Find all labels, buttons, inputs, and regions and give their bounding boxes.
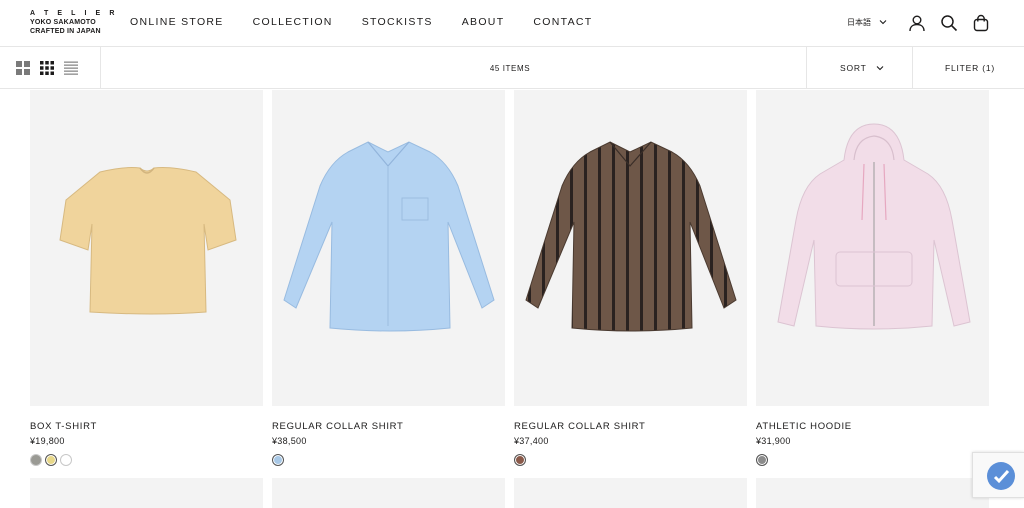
- header-icons: [908, 14, 1004, 32]
- product-image[interactable]: [272, 90, 505, 406]
- product-image[interactable]: [514, 90, 747, 406]
- captcha-icon: [987, 462, 1015, 490]
- nav-contact[interactable]: CONTACT: [533, 16, 592, 28]
- cart-icon[interactable]: [972, 14, 990, 32]
- collection-toolbar: 45 ITEMS SORT FLITER (1): [0, 46, 1024, 89]
- product-image-next-row[interactable]: [756, 478, 989, 508]
- layout-switcher: [16, 61, 88, 77]
- nav-stockists[interactable]: STOCKISTS: [362, 16, 433, 28]
- toolbar-divider: [912, 47, 913, 89]
- toolbar-divider: [806, 47, 807, 89]
- list-icon[interactable]: [64, 61, 78, 75]
- account-icon[interactable]: [908, 14, 926, 32]
- product-image[interactable]: [30, 90, 263, 406]
- product-price: ¥37,400: [514, 436, 549, 446]
- product-card[interactable]: REGULAR COLLAR SHIRT ¥38,500: [272, 90, 505, 466]
- product-card[interactable]: ATHLETIC HOODIE ¥31,900: [756, 90, 989, 466]
- items-count: 45 ITEMS: [489, 64, 531, 73]
- grid-2-icon[interactable]: [16, 61, 30, 75]
- product-name[interactable]: BOX T-SHIRT: [30, 421, 97, 432]
- product-card[interactable]: REGULAR COLLAR SHIRT ¥37,400: [514, 90, 747, 466]
- main-nav: ONLINE STORE COLLECTION STOCKISTS ABOUT …: [130, 16, 621, 28]
- toolbar-divider: [100, 47, 101, 89]
- color-swatches: [756, 454, 771, 466]
- nav-online-store[interactable]: ONLINE STORE: [130, 16, 224, 28]
- product-name[interactable]: REGULAR COLLAR SHIRT: [514, 421, 646, 432]
- language-label: 日本語: [847, 18, 871, 27]
- sort-button[interactable]: SORT: [840, 63, 884, 73]
- color-swatch[interactable]: [756, 454, 768, 466]
- color-swatch[interactable]: [272, 454, 284, 466]
- color-swatches: [272, 454, 287, 466]
- product-price: ¥19,800: [30, 436, 65, 446]
- language-selector[interactable]: 日本語: [847, 17, 887, 28]
- chevron-down-icon: [876, 63, 884, 73]
- product-price: ¥31,900: [756, 436, 791, 446]
- product-price: ¥38,500: [272, 436, 307, 446]
- color-swatch[interactable]: [45, 454, 57, 466]
- color-swatch[interactable]: [30, 454, 42, 466]
- color-swatch[interactable]: [60, 454, 72, 466]
- brand-line-2: YOKO SAKAMOTO: [30, 19, 96, 26]
- product-image-next-row[interactable]: [514, 478, 747, 508]
- search-icon[interactable]: [940, 14, 958, 32]
- product-image-next-row[interactable]: [30, 478, 263, 508]
- grid-3-icon[interactable]: [40, 61, 54, 75]
- product-name[interactable]: ATHLETIC HOODIE: [756, 421, 852, 432]
- brand-logo[interactable]: A T E L I E R YOKO SAKAMOTO CRAFTED IN J…: [30, 9, 119, 36]
- product-card[interactable]: BOX T-SHIRT ¥19,800: [30, 90, 263, 466]
- color-swatches: [514, 454, 529, 466]
- product-image[interactable]: [756, 90, 989, 406]
- color-swatch[interactable]: [514, 454, 526, 466]
- brand-line-1: A T E L I E R: [30, 10, 119, 17]
- nav-collection[interactable]: COLLECTION: [253, 16, 333, 28]
- chevron-down-icon: [879, 18, 887, 27]
- nav-about[interactable]: ABOUT: [462, 16, 505, 28]
- sort-label: SORT: [840, 63, 867, 73]
- site-header: A T E L I E R YOKO SAKAMOTO CRAFTED IN J…: [0, 0, 1024, 46]
- filter-button[interactable]: FLITER (1): [945, 63, 995, 73]
- brand-line-3: CRAFTED IN JAPAN: [30, 28, 101, 35]
- product-name[interactable]: REGULAR COLLAR SHIRT: [272, 421, 404, 432]
- color-swatches: [30, 454, 75, 466]
- product-image-next-row[interactable]: [272, 478, 505, 508]
- captcha-badge[interactable]: [972, 452, 1024, 498]
